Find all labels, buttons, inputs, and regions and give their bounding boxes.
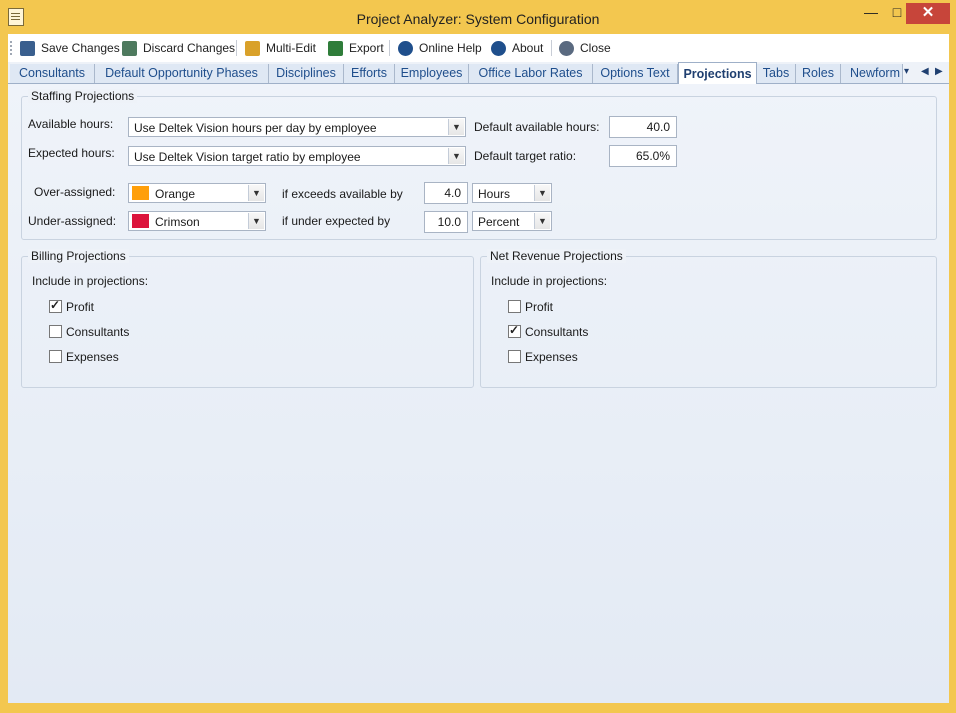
default-available-hours-input[interactable]: 40.0 — [609, 116, 677, 138]
under-amount-input[interactable]: 10.0 — [424, 211, 468, 233]
export-label: Export — [349, 41, 384, 55]
tab-newform[interactable]: Newform — [841, 64, 903, 83]
under-assigned-color-value: Crimson — [155, 215, 200, 229]
over-assigned-color-value: Orange — [155, 187, 196, 201]
export-icon — [328, 40, 343, 56]
expected-hours-select[interactable]: Use Deltek Vision target ratio by employ… — [128, 146, 466, 166]
close-label: Close — [580, 41, 611, 55]
tab-tabs[interactable]: Tabs — [757, 64, 796, 83]
toolbar: Save Changes Discard Changes Multi-Edit … — [8, 34, 949, 63]
discard-changes-button[interactable]: Discard Changes — [122, 40, 235, 56]
toolbar-grip[interactable] — [10, 41, 14, 55]
toolbar-separator — [389, 40, 390, 56]
under-condition-label: if under expected by — [282, 214, 391, 228]
window-title: Project Analyzer: System Configuration — [356, 11, 600, 27]
netrev-consultants-label: Consultants — [525, 325, 589, 339]
billing-include-label: Include in projections: — [32, 274, 149, 288]
chevron-down-icon[interactable]: ▼ — [534, 213, 550, 229]
tab-office-labor-rates[interactable]: Office Labor Rates — [469, 64, 593, 83]
tab-projections[interactable]: Projections — [678, 62, 757, 84]
save-changes-button[interactable]: Save Changes — [20, 40, 120, 56]
under-assigned-label: Under-assigned: — [28, 214, 117, 228]
discard-icon — [122, 40, 137, 56]
over-assigned-color-select[interactable]: Orange ▼ — [128, 183, 266, 203]
under-unit-value: Percent — [478, 215, 520, 229]
tab-efforts[interactable]: Efforts — [344, 64, 395, 83]
over-condition-label: if exceeds available by — [282, 187, 403, 201]
expected-hours-label: Expected hours: — [28, 146, 115, 160]
netrev-profit-checkbox[interactable] — [508, 300, 521, 313]
multi-edit-button[interactable]: Multi-Edit — [245, 40, 316, 56]
staffing-projections-title: Staffing Projections — [28, 89, 138, 103]
billing-consultants-label: Consultants — [66, 325, 130, 339]
netrev-include-label: Include in projections: — [491, 274, 608, 288]
toolbar-separator — [551, 40, 552, 56]
billing-consultants-checkbox[interactable] — [49, 325, 62, 338]
chevron-down-icon[interactable]: ▼ — [448, 148, 464, 164]
close-window-button[interactable]: ✕ — [906, 3, 950, 24]
billing-projections-group: Billing Projections Include in projectio… — [21, 249, 474, 388]
tab-strip: Consultants Default Opportunity Phases D… — [8, 62, 949, 84]
over-amount-input[interactable]: 4.0 — [424, 182, 468, 204]
help-icon — [398, 40, 413, 56]
export-button[interactable]: Export — [328, 40, 384, 56]
net-revenue-projections-title: Net Revenue Projections — [487, 249, 626, 263]
help-label: Online Help — [419, 41, 482, 55]
available-hours-value: Use Deltek Vision hours per day by emplo… — [134, 121, 377, 135]
netrev-expenses-checkbox[interactable] — [508, 350, 521, 363]
over-assigned-label: Over-assigned: — [34, 185, 116, 199]
billing-expenses-checkbox[interactable] — [49, 350, 62, 363]
net-revenue-projections-group: Net Revenue Projections Include in proje… — [480, 249, 937, 388]
minimize-button[interactable]: — — [858, 3, 884, 24]
netrev-profit-label: Profit — [525, 300, 554, 314]
expected-hours-value: Use Deltek Vision target ratio by employ… — [134, 150, 361, 164]
staffing-projections-group: Staffing Projections Available hours: Us… — [21, 89, 937, 240]
app-window: Project Analyzer: System Configuration —… — [0, 0, 956, 713]
tab-options-text[interactable]: Options Text — [593, 64, 678, 83]
save-icon — [20, 40, 35, 56]
netrev-consultants-checkbox[interactable] — [508, 323, 521, 338]
default-target-ratio-input[interactable]: 65.0% — [609, 145, 677, 167]
multi-edit-label: Multi-Edit — [266, 41, 317, 55]
available-hours-select[interactable]: Use Deltek Vision hours per day by emplo… — [128, 117, 466, 137]
netrev-expenses-label: Expenses — [525, 350, 578, 364]
default-target-ratio-label: Default target ratio: — [474, 149, 577, 163]
under-unit-select[interactable]: Percent ▼ — [472, 211, 552, 231]
tab-scroll-left-icon[interactable]: ◀ — [921, 66, 929, 77]
tab-scroll-right-icon[interactable]: ▶ — [935, 66, 943, 77]
tab-disciplines[interactable]: Disciplines — [269, 64, 344, 83]
close-button[interactable]: Close — [559, 40, 611, 56]
color-swatch — [132, 214, 149, 228]
tab-roles[interactable]: Roles — [796, 64, 841, 83]
available-hours-label: Available hours: — [28, 117, 114, 131]
tab-list-dropdown-icon[interactable]: ▾ — [904, 66, 909, 77]
over-unit-value: Hours — [478, 187, 511, 201]
tab-consultants[interactable]: Consultants — [10, 64, 95, 83]
under-assigned-color-select[interactable]: Crimson ▼ — [128, 211, 266, 231]
billing-profit-label: Profit — [66, 300, 95, 314]
about-label: About — [512, 41, 544, 55]
close-icon — [559, 40, 574, 56]
chevron-down-icon[interactable]: ▼ — [248, 185, 264, 201]
chevron-down-icon[interactable]: ▼ — [534, 185, 550, 201]
billing-projections-title: Billing Projections — [28, 249, 129, 263]
multi-edit-icon — [245, 40, 260, 56]
info-icon — [491, 40, 506, 56]
default-available-hours-label: Default available hours: — [474, 120, 600, 134]
over-unit-select[interactable]: Hours ▼ — [472, 183, 552, 203]
title-bar: Project Analyzer: System Configuration —… — [0, 0, 956, 34]
billing-expenses-label: Expenses — [66, 350, 119, 364]
tab-default-opportunity-phases[interactable]: Default Opportunity Phases — [95, 64, 269, 83]
client-area: Save Changes Discard Changes Multi-Edit … — [8, 34, 949, 703]
discard-label: Discard Changes — [143, 41, 236, 55]
color-swatch — [132, 186, 149, 200]
toolbar-separator — [236, 40, 237, 56]
about-button[interactable]: About — [491, 40, 543, 56]
online-help-button[interactable]: Online Help — [398, 40, 482, 56]
billing-profit-checkbox[interactable] — [49, 298, 62, 313]
tab-employees[interactable]: Employees — [395, 64, 469, 83]
save-label: Save Changes — [41, 41, 120, 55]
chevron-down-icon[interactable]: ▼ — [448, 119, 464, 135]
chevron-down-icon[interactable]: ▼ — [248, 213, 264, 229]
